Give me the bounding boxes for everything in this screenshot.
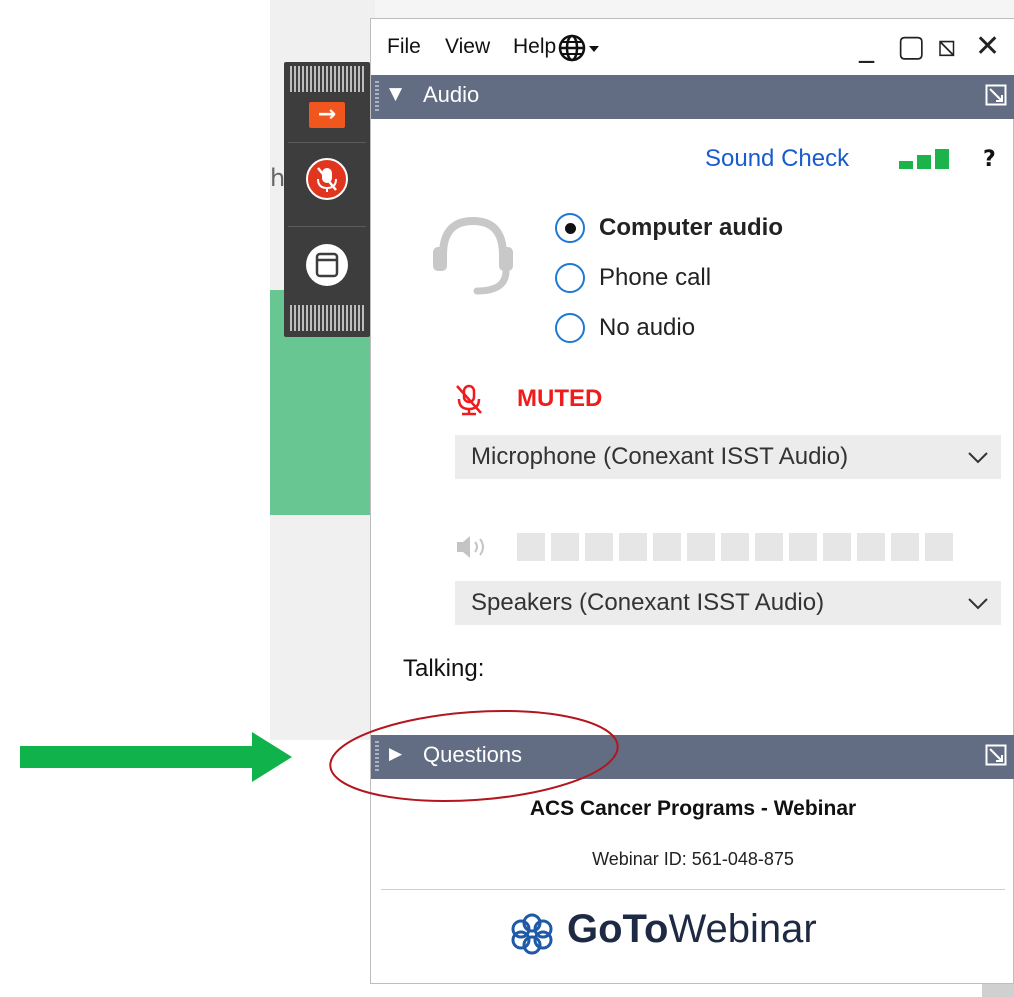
level-meter-cell bbox=[857, 533, 885, 561]
logo-text-regular: Webinar bbox=[668, 907, 817, 951]
speakers-value: Speakers (Conexant ISST Audio) bbox=[471, 589, 825, 616]
mute-microphone-button[interactable] bbox=[306, 158, 348, 200]
logo-text-bold: GoTo bbox=[567, 907, 669, 951]
level-meter-cell bbox=[551, 533, 579, 561]
level-meter-cell bbox=[891, 533, 919, 561]
microphone-select[interactable]: Microphone (Conexant ISST Audio) bbox=[455, 435, 1001, 479]
mic-muted-icon bbox=[317, 167, 337, 192]
speaker-level-meter bbox=[517, 533, 957, 561]
radio-button[interactable] bbox=[555, 313, 585, 343]
divider bbox=[288, 142, 366, 143]
talking-label: Talking: bbox=[403, 655, 485, 682]
headset-icon bbox=[433, 216, 513, 295]
audio-section-title: Audio bbox=[423, 82, 480, 107]
globe-icon[interactable] bbox=[557, 33, 605, 63]
level-meter-cell bbox=[517, 533, 545, 561]
level-meter-cell bbox=[687, 533, 715, 561]
maximize-button[interactable]: ▢ bbox=[897, 29, 925, 64]
background-text-fragment: h bbox=[270, 164, 286, 192]
background-titlebar bbox=[375, 0, 1014, 20]
collapse-triangle-icon: ▼ bbox=[389, 84, 403, 104]
divider bbox=[288, 226, 366, 227]
grabber-icon[interactable] bbox=[290, 305, 364, 331]
radio-label: No audio bbox=[599, 314, 696, 341]
level-meter-cell bbox=[721, 533, 749, 561]
gotowebinar-flower-icon bbox=[511, 913, 553, 955]
mic-muted-icon bbox=[456, 384, 482, 416]
menu-bar: File View Help _ ▢ ⧅ ✕ bbox=[371, 19, 1014, 75]
level-meter-cell bbox=[585, 533, 613, 561]
popout-icon[interactable] bbox=[985, 744, 1007, 766]
level-meter-cell bbox=[653, 533, 681, 561]
level-meter-cell bbox=[755, 533, 783, 561]
level-meter-cell bbox=[925, 533, 953, 561]
grabber-icon bbox=[375, 81, 379, 113]
show-panel-button[interactable]: → bbox=[309, 102, 345, 128]
microphone-value: Microphone (Conexant ISST Audio) bbox=[471, 443, 849, 470]
chevron-down-icon bbox=[968, 598, 988, 610]
popout-button[interactable]: ⧅ bbox=[937, 29, 956, 64]
menu-help[interactable]: Help bbox=[513, 35, 556, 59]
divider bbox=[381, 889, 1005, 890]
webinar-id: Webinar ID: 561-048-875 bbox=[592, 849, 794, 869]
radio-label: Phone call bbox=[599, 264, 712, 291]
level-meter-cell bbox=[823, 533, 851, 561]
control-panel: → bbox=[284, 62, 370, 337]
sound-check-link[interactable]: Sound Check bbox=[705, 145, 849, 173]
level-meter-cell bbox=[789, 533, 817, 561]
audio-section-header[interactable]: ▼ Audio bbox=[371, 75, 1014, 119]
radio-button[interactable] bbox=[555, 263, 585, 293]
radio-button-selected[interactable] bbox=[555, 213, 585, 243]
arrow-right-icon: → bbox=[317, 102, 337, 127]
speakers-select[interactable]: Speakers (Conexant ISST Audio) bbox=[455, 581, 1001, 625]
help-button[interactable]: ? bbox=[983, 147, 996, 172]
radio-label: Computer audio bbox=[599, 214, 783, 241]
annotation-ellipse bbox=[329, 709, 619, 803]
window-icon bbox=[315, 252, 339, 278]
signal-level-icon bbox=[899, 149, 949, 169]
speaker-icon bbox=[457, 536, 484, 558]
logo-text: GoToWebinar bbox=[567, 907, 817, 952]
annotation-arrow-icon bbox=[20, 732, 292, 782]
screen-view-button[interactable] bbox=[306, 244, 348, 286]
popout-icon[interactable] bbox=[985, 84, 1007, 106]
minimize-button[interactable]: _ bbox=[859, 29, 874, 64]
chevron-down-icon bbox=[968, 452, 988, 464]
level-meter-cell bbox=[619, 533, 647, 561]
menu-view[interactable]: View bbox=[445, 35, 490, 59]
grabber-icon[interactable] bbox=[290, 66, 364, 92]
menu-file[interactable]: File bbox=[387, 35, 421, 59]
mute-status: MUTED bbox=[517, 385, 603, 412]
webinar-window: File View Help _ ▢ ⧅ ✕ ▼ Audio Sound Che… bbox=[370, 18, 1014, 984]
close-button[interactable]: ✕ bbox=[975, 29, 1000, 64]
